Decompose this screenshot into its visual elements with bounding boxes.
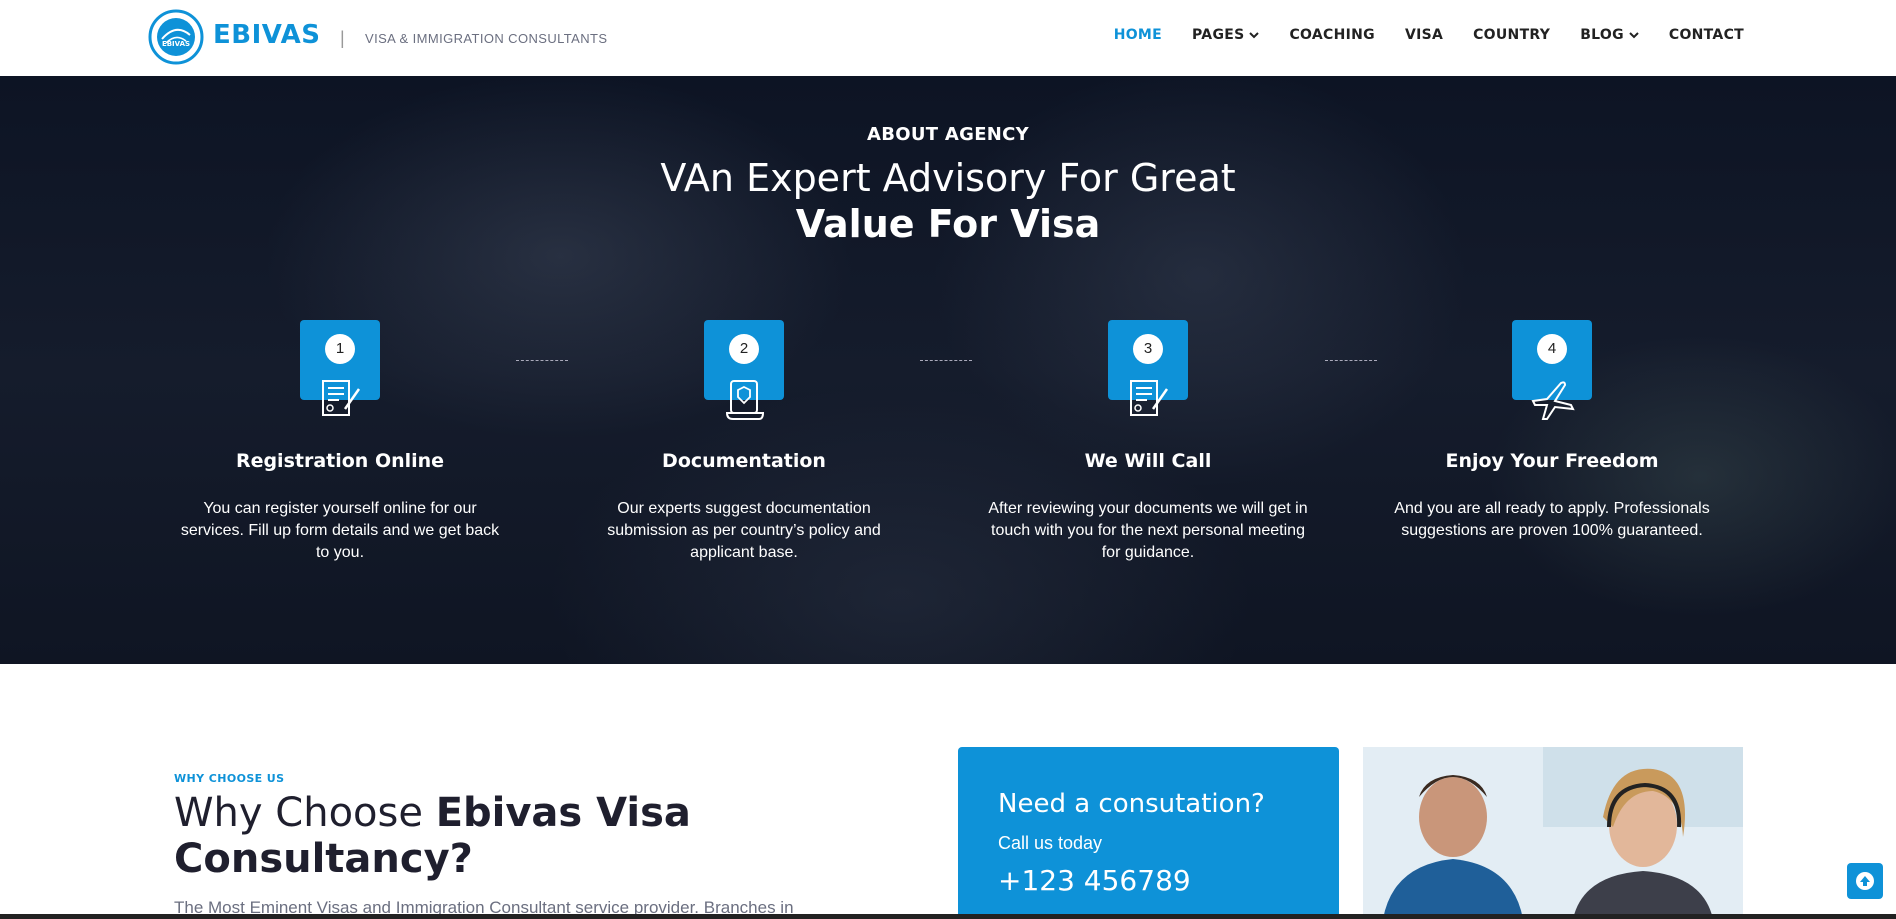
- arrow-up-circle-icon: [1856, 872, 1874, 890]
- chevron-down-icon: [1249, 29, 1260, 42]
- step-connector: [516, 360, 568, 361]
- nav-item-label: COUNTRY: [1473, 27, 1551, 43]
- certificate-scroll-icon: [725, 380, 765, 420]
- step-card: 1 Registration Online You can register y…: [170, 320, 510, 564]
- why-title: Why Choose Ebivas Visa Consultancy?: [174, 790, 934, 882]
- step-text: You can register yourself online for our…: [180, 500, 500, 561]
- nav-item-label: COACHING: [1289, 27, 1375, 43]
- step-number: 3: [1133, 334, 1163, 364]
- step-number: 2: [729, 334, 759, 364]
- nav-item-country[interactable]: COUNTRY: [1473, 27, 1550, 43]
- bottom-bar: [0, 914, 1896, 919]
- hero-title-line1: VAn Expert Advisory For Great: [660, 156, 1236, 200]
- step-card: 4 Enjoy Your Freedom And you are all rea…: [1382, 320, 1722, 542]
- step-badge: 4: [1512, 320, 1592, 420]
- hero-title-line2: Value For Visa: [795, 202, 1101, 246]
- hero-section: ABOUT AGENCY VAn Expert Advisory For Gre…: [0, 76, 1896, 664]
- step-title: Registration Online: [235, 450, 445, 472]
- brand-tagline: VISA & IMMIGRATION CONSULTANTS: [365, 31, 608, 46]
- scroll-to-top-button[interactable]: [1847, 863, 1883, 899]
- nav-item-label: PAGES: [1192, 27, 1245, 43]
- consultation-title: Need a consutation?: [998, 789, 1265, 819]
- consultation-card: Need a consutation? Call us today +123 4…: [958, 747, 1339, 919]
- header-divider: |: [340, 28, 345, 48]
- step-text: After reviewing your documents we will g…: [988, 500, 1308, 561]
- nav-item-coaching[interactable]: COACHING: [1289, 27, 1374, 43]
- step-badge: 1: [300, 320, 380, 416]
- step-number: 4: [1537, 334, 1567, 364]
- airplane-icon: [1531, 381, 1575, 420]
- hero-eyebrow: ABOUT AGENCY: [866, 124, 1030, 145]
- nav-item-pages[interactable]: PAGES: [1192, 27, 1260, 43]
- nav-item-home[interactable]: HOME: [1114, 27, 1162, 43]
- why-title-light: Why Choose: [174, 790, 436, 836]
- document-sign-icon: [322, 380, 361, 416]
- step-number: 1: [325, 334, 355, 364]
- step-connector: [1325, 360, 1377, 361]
- step-badge: 2: [704, 320, 784, 420]
- nav-item-contact[interactable]: CONTACT: [1669, 27, 1744, 43]
- step-card: 3 We Will Call After reviewing your docu…: [978, 320, 1318, 564]
- step-badge: 3: [1108, 320, 1188, 416]
- nav-item-label: BLOG: [1580, 27, 1624, 43]
- step-connector: [920, 360, 972, 361]
- nav-item-visa[interactable]: VISA: [1405, 27, 1443, 43]
- step-title: We Will Call: [1084, 450, 1212, 472]
- brand-name[interactable]: EBIVAS: [213, 20, 320, 50]
- support-team-photo: [1363, 747, 1743, 919]
- nav-item-label: CONTACT: [1668, 27, 1744, 43]
- nav-item-label: HOME: [1113, 27, 1163, 43]
- step-title: Enjoy Your Freedom: [1445, 450, 1659, 472]
- step-title: Documentation: [662, 450, 826, 472]
- consultation-phone[interactable]: +123 456789: [998, 864, 1299, 897]
- nav-item-blog[interactable]: BLOG: [1580, 27, 1639, 43]
- step-text: And you are all ready to apply. Professi…: [1394, 500, 1710, 539]
- logo-text: EBIVAS: [162, 40, 190, 48]
- document-sign-icon: [1130, 380, 1169, 416]
- step-text: Our experts suggest documentation submis…: [607, 500, 881, 561]
- site-header: EBIVAS EBIVAS | VISA & IMMIGRATION CONSU…: [0, 0, 1896, 76]
- why-eyebrow: WHY CHOOSE US: [174, 772, 285, 785]
- consultation-call-label: Call us today: [998, 833, 1103, 853]
- main-nav: HOME PAGES COACHING VISA COUNTRY BLOG CO…: [1084, 27, 1744, 43]
- nav-item-label: VISA: [1404, 27, 1444, 43]
- chevron-down-icon: [1629, 29, 1639, 42]
- logo-icon[interactable]: EBIVAS: [148, 9, 204, 65]
- step-card: 2 Documentation Our experts suggest docu…: [574, 320, 914, 564]
